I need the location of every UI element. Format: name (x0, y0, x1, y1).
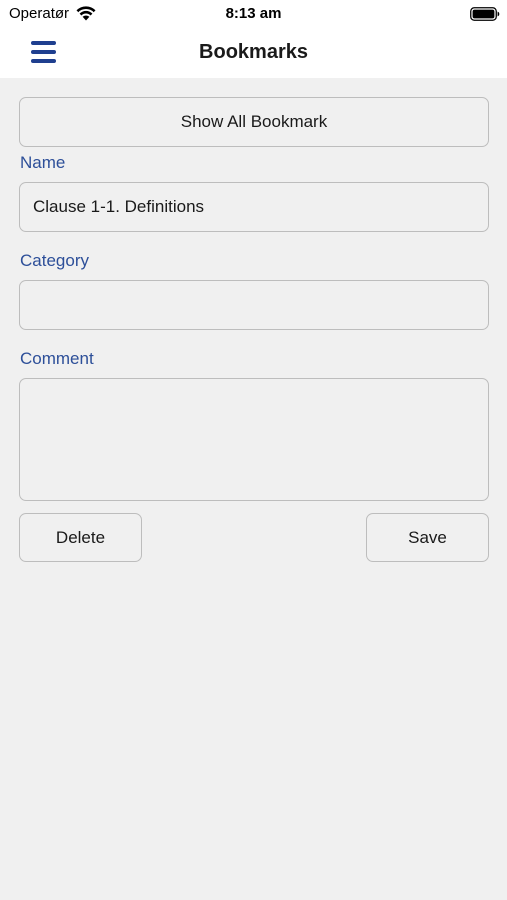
status-bar: Operatør 8:13 am (0, 0, 507, 30)
comment-label: Comment (20, 349, 94, 368)
battery-icon (470, 7, 500, 21)
status-time: 8:13 am (225, 5, 282, 22)
page-title: Bookmarks (199, 41, 308, 63)
hamburger-menu-icon[interactable] (31, 41, 56, 65)
name-label: Name (20, 153, 66, 172)
comment-field[interactable] (19, 378, 489, 501)
bookmark-form: Show All Bookmark Name Category Comment … (0, 78, 507, 900)
name-field[interactable] (19, 182, 489, 232)
save-button[interactable]: Save (366, 513, 489, 562)
show-all-bookmarks-button[interactable]: Show All Bookmark (19, 97, 489, 147)
delete-button[interactable]: Delete (19, 513, 142, 562)
category-label: Category (20, 251, 89, 270)
category-field[interactable] (19, 280, 489, 330)
navigation-bar: Bookmarks (0, 30, 507, 78)
